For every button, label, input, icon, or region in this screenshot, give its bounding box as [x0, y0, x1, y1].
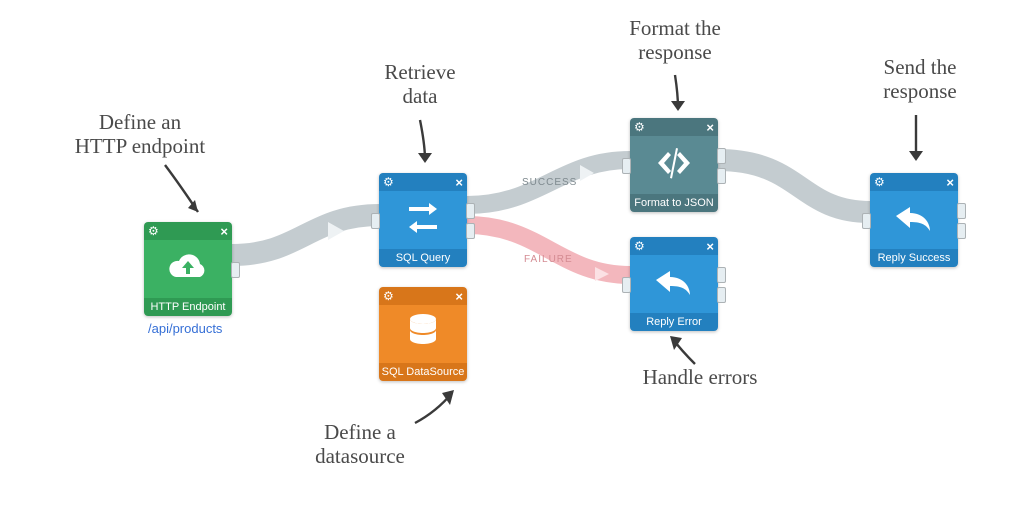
output-port[interactable] — [957, 203, 966, 219]
close-icon[interactable]: × — [455, 289, 463, 304]
node-sql-datasource[interactable]: ⚙ × SQL DataSource — [379, 287, 467, 381]
node-title: Reply Success — [870, 249, 958, 267]
edge-label-failure: FAILURE — [524, 255, 573, 265]
output-port[interactable] — [717, 168, 726, 184]
close-icon[interactable]: × — [706, 120, 714, 135]
gear-icon[interactable]: ⚙ — [634, 239, 645, 253]
close-icon[interactable]: × — [946, 175, 954, 190]
annotation-fmt: Format the response — [590, 16, 760, 64]
gear-icon[interactable]: ⚙ — [634, 120, 645, 134]
node-title: SQL Query — [379, 249, 467, 267]
input-port[interactable] — [622, 277, 631, 293]
close-icon[interactable]: × — [455, 175, 463, 190]
arrow-icon — [660, 70, 700, 118]
input-port[interactable] — [862, 213, 871, 229]
arrow-icon — [660, 332, 710, 372]
node-title: HTTP Endpoint — [144, 298, 232, 316]
transfer-icon — [403, 201, 443, 240]
output-port[interactable] — [717, 287, 726, 303]
node-header: ⚙ × — [870, 173, 958, 191]
output-port-success[interactable] — [466, 203, 475, 219]
node-reply-success[interactable]: ⚙ × Reply Success — [870, 173, 958, 267]
node-subtitle: /api/products — [148, 322, 222, 335]
gear-icon[interactable]: ⚙ — [383, 289, 394, 303]
gear-icon[interactable]: ⚙ — [383, 175, 394, 189]
output-port-failure[interactable] — [466, 223, 475, 239]
node-title: SQL DataSource — [379, 363, 467, 381]
output-port[interactable] — [717, 267, 726, 283]
node-title: Format to JSON — [630, 194, 718, 212]
edge-label-success: SUCCESS — [522, 178, 577, 188]
node-header: ⚙ × — [630, 118, 718, 136]
annotation-sql: Retrieve data — [340, 60, 500, 108]
node-title: Reply Error — [630, 313, 718, 331]
code-icon — [654, 146, 694, 185]
close-icon[interactable]: × — [220, 224, 228, 239]
arrow-icon — [405, 115, 445, 170]
arrow-icon — [410, 385, 465, 430]
input-port[interactable] — [622, 158, 631, 174]
arrow-icon — [160, 160, 210, 225]
output-port[interactable] — [231, 262, 240, 278]
reply-icon — [894, 201, 934, 240]
annotation-ok: Send the response — [840, 55, 1000, 103]
cloud-download-icon — [167, 250, 209, 289]
node-reply-error[interactable]: ⚙ × Reply Error — [630, 237, 718, 331]
input-port[interactable] — [371, 213, 380, 229]
gear-icon[interactable]: ⚙ — [148, 224, 159, 238]
reply-icon — [654, 265, 694, 304]
output-port[interactable] — [957, 223, 966, 239]
node-header: ⚙ × — [379, 287, 467, 305]
arrow-icon — [898, 110, 938, 168]
node-header: ⚙ × — [379, 173, 467, 191]
gear-icon[interactable]: ⚙ — [874, 175, 885, 189]
database-icon — [406, 312, 440, 357]
node-sql-query[interactable]: ⚙ × SQL Query — [379, 173, 467, 267]
output-port[interactable] — [717, 148, 726, 164]
node-header: ⚙ × — [630, 237, 718, 255]
annotation-http: Define an HTTP endpoint — [50, 110, 230, 158]
close-icon[interactable]: × — [706, 239, 714, 254]
node-format-json[interactable]: ⚙ × Format to JSON — [630, 118, 718, 212]
node-http-endpoint[interactable]: ⚙ × HTTP Endpoint — [144, 222, 232, 316]
